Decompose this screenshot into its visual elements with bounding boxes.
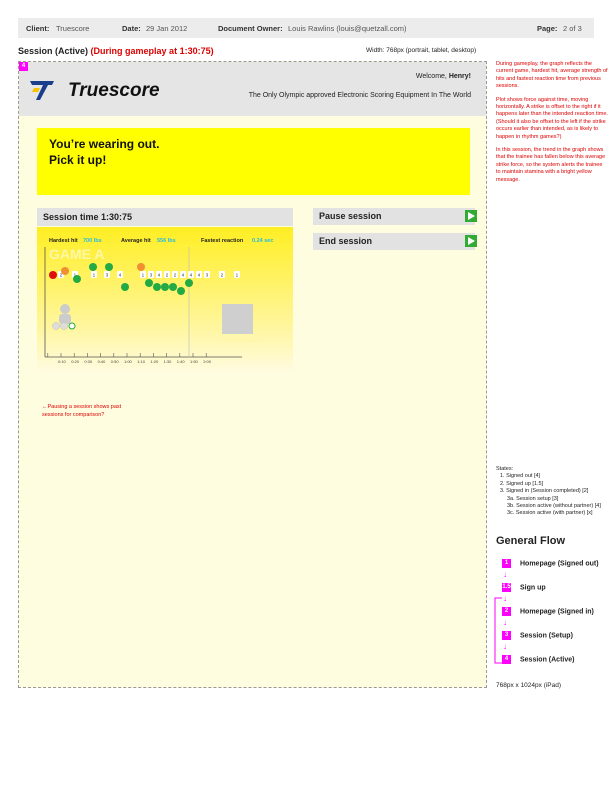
flow-step[interactable]: 1 Homepage (Signed out)	[502, 559, 599, 568]
side-note: Plot shows force against time, moving ho…	[496, 96, 608, 140]
screen-badge: 4	[19, 62, 28, 71]
hit-dot	[153, 283, 161, 291]
general-flow-title: General Flow	[496, 535, 566, 547]
state-item: 3. Signed in (Session completed) [2]	[500, 488, 589, 495]
pause-session-label: Pause session	[319, 211, 382, 221]
x-tick-label: 0:30	[84, 359, 93, 364]
x-tick-label: 0:10	[58, 359, 67, 364]
hit-dot	[49, 271, 57, 279]
flow-step[interactable]: 4 Session (Active)	[502, 655, 574, 664]
flow-step-label: Homepage (Signed in)	[520, 608, 594, 616]
hit-dot	[145, 279, 153, 287]
flow-step-badge: 1.5	[502, 583, 511, 592]
flow-step-label: Sign up	[520, 584, 546, 592]
x-tick-label: 1:10	[137, 359, 146, 364]
fastest-reaction-value: 0.24 sec	[252, 238, 273, 244]
client-label: Client:	[26, 24, 50, 33]
hit-dot	[177, 287, 185, 295]
hit-dot	[73, 275, 81, 283]
x-tick-label: 0:40	[98, 359, 107, 364]
average-hit-label: Average hit	[121, 238, 151, 244]
alert-line-2: Pick it up!	[49, 153, 107, 167]
hit-dot	[161, 283, 169, 291]
truescore-logo-icon[interactable]	[30, 80, 54, 100]
side-notes: During gameplay, the graph reflects the …	[496, 61, 608, 190]
page-title-main: Session (Active)	[18, 46, 89, 56]
play-arrow-icon	[465, 235, 477, 247]
user-name[interactable]: Henry!	[449, 73, 471, 80]
flow-step[interactable]: 2 Homepage (Signed in)	[502, 607, 594, 616]
trainee-figure-icon	[52, 304, 76, 330]
flow-step-label: Session (Setup)	[520, 632, 573, 640]
pause-note: ←Pausing a session shows past sessions f…	[42, 404, 142, 419]
flow-step[interactable]: 1.5 Sign up	[502, 583, 546, 592]
page-title-highlight: (During gameplay at 1:30:75)	[90, 46, 214, 56]
hit-dot	[169, 283, 177, 291]
flow-step[interactable]: 3 Session (Setup)	[502, 631, 573, 640]
x-tick-label: 1:00	[124, 359, 133, 364]
document-header: Client: Truescore Date: 29 Jan 2012 Docu…	[18, 18, 594, 38]
flow-step-badge: 1	[502, 559, 511, 568]
flow-step-label: Session (Active)	[520, 656, 575, 664]
x-tick-label: 0:50	[111, 359, 120, 364]
end-session-label: End session	[319, 236, 373, 246]
state-item: 3b. Session active (without partner) [4]	[507, 503, 601, 510]
date-value: 29 Jan 2012	[146, 24, 188, 33]
state-item: 3c. Session active (with partner) [x]	[507, 510, 593, 517]
pause-session-button[interactable]: Pause session	[313, 208, 477, 225]
side-note: During gameplay, the graph reflects the …	[496, 61, 608, 90]
game-chart-svg: Hardest hit 700 lbs Average hit 556 lbs …	[44, 238, 273, 364]
image-placeholder	[222, 304, 253, 334]
state-item: 1. Signed out [4]	[500, 473, 541, 480]
brand-name[interactable]: Truescore	[68, 80, 160, 102]
hit-dot	[61, 267, 69, 275]
hit-dot	[185, 279, 193, 287]
tagline: The Only Olympic approved Electronic Sco…	[248, 92, 471, 99]
states-title: States:	[496, 466, 514, 472]
ipad-size-note: 768px x 1024px (iPad)	[496, 682, 562, 689]
hit-dot	[105, 263, 113, 271]
state-item: 3a. Session setup [3]	[507, 495, 559, 502]
side-note: In this session, the trend in the graph …	[496, 147, 606, 183]
welcome-message: Welcome, Henry!	[340, 73, 471, 80]
page-label: Page:	[537, 24, 558, 33]
page-title: Session (Active) (During gameplay at 1:3…	[18, 46, 214, 56]
x-tick-label: 1:40	[177, 359, 186, 364]
end-session-button[interactable]: End session	[313, 233, 477, 250]
pause-note-text: ←Pausing a session shows past sessions f…	[42, 404, 122, 418]
hit-dot	[121, 283, 129, 291]
alert-line-1: You’re wearing out.	[49, 137, 160, 151]
x-tick-label: 0:20	[71, 359, 80, 364]
play-arrow-icon	[465, 210, 477, 222]
x-tick-label: 1:50	[190, 359, 199, 364]
x-tick-label: 2:00	[203, 359, 212, 364]
stamina-alert: You’re wearing out. Pick it up!	[37, 128, 470, 195]
flow-step-label: Homepage (Signed out)	[520, 560, 599, 568]
session-time-header: Session time 1:30:75	[37, 208, 293, 226]
date-label: Date:	[122, 24, 141, 33]
page-value: 2 of 3	[563, 24, 582, 33]
down-arrow-icon: ↓	[503, 570, 507, 579]
x-tick-label: 1:30	[164, 359, 173, 364]
fastest-reaction-label: Fastest reaction	[201, 238, 244, 244]
owner-label: Document Owner:	[218, 24, 283, 33]
owner-value: Louis Rawlins (louis@quetzall.com)	[288, 24, 407, 33]
game-graph: Hardest hit 700 lbs Average hit 556 lbs …	[37, 227, 293, 372]
hit-dot	[89, 263, 97, 271]
image-placeholder-label: FOR YOUR BOOK	[222, 338, 260, 343]
width-note: Width: 768px (portrait, tablet, desktop)	[366, 47, 477, 54]
game-title: GAME A	[49, 246, 104, 262]
hit-dot	[137, 263, 145, 271]
state-item: 2. Signed up [1.5]	[500, 480, 544, 487]
average-hit-value: 556 lbs	[157, 238, 176, 244]
hardest-hit-value: 700 lbs	[83, 238, 102, 244]
client-value: Truescore	[56, 24, 90, 33]
welcome-prefix: Welcome,	[415, 73, 449, 80]
loop-bracket-icon	[494, 597, 502, 664]
hardest-hit-label: Hardest hit	[49, 238, 78, 244]
states-list: States: 1. Signed out [4] 2. Signed up […	[496, 466, 612, 518]
x-tick-label: 1:20	[150, 359, 159, 364]
